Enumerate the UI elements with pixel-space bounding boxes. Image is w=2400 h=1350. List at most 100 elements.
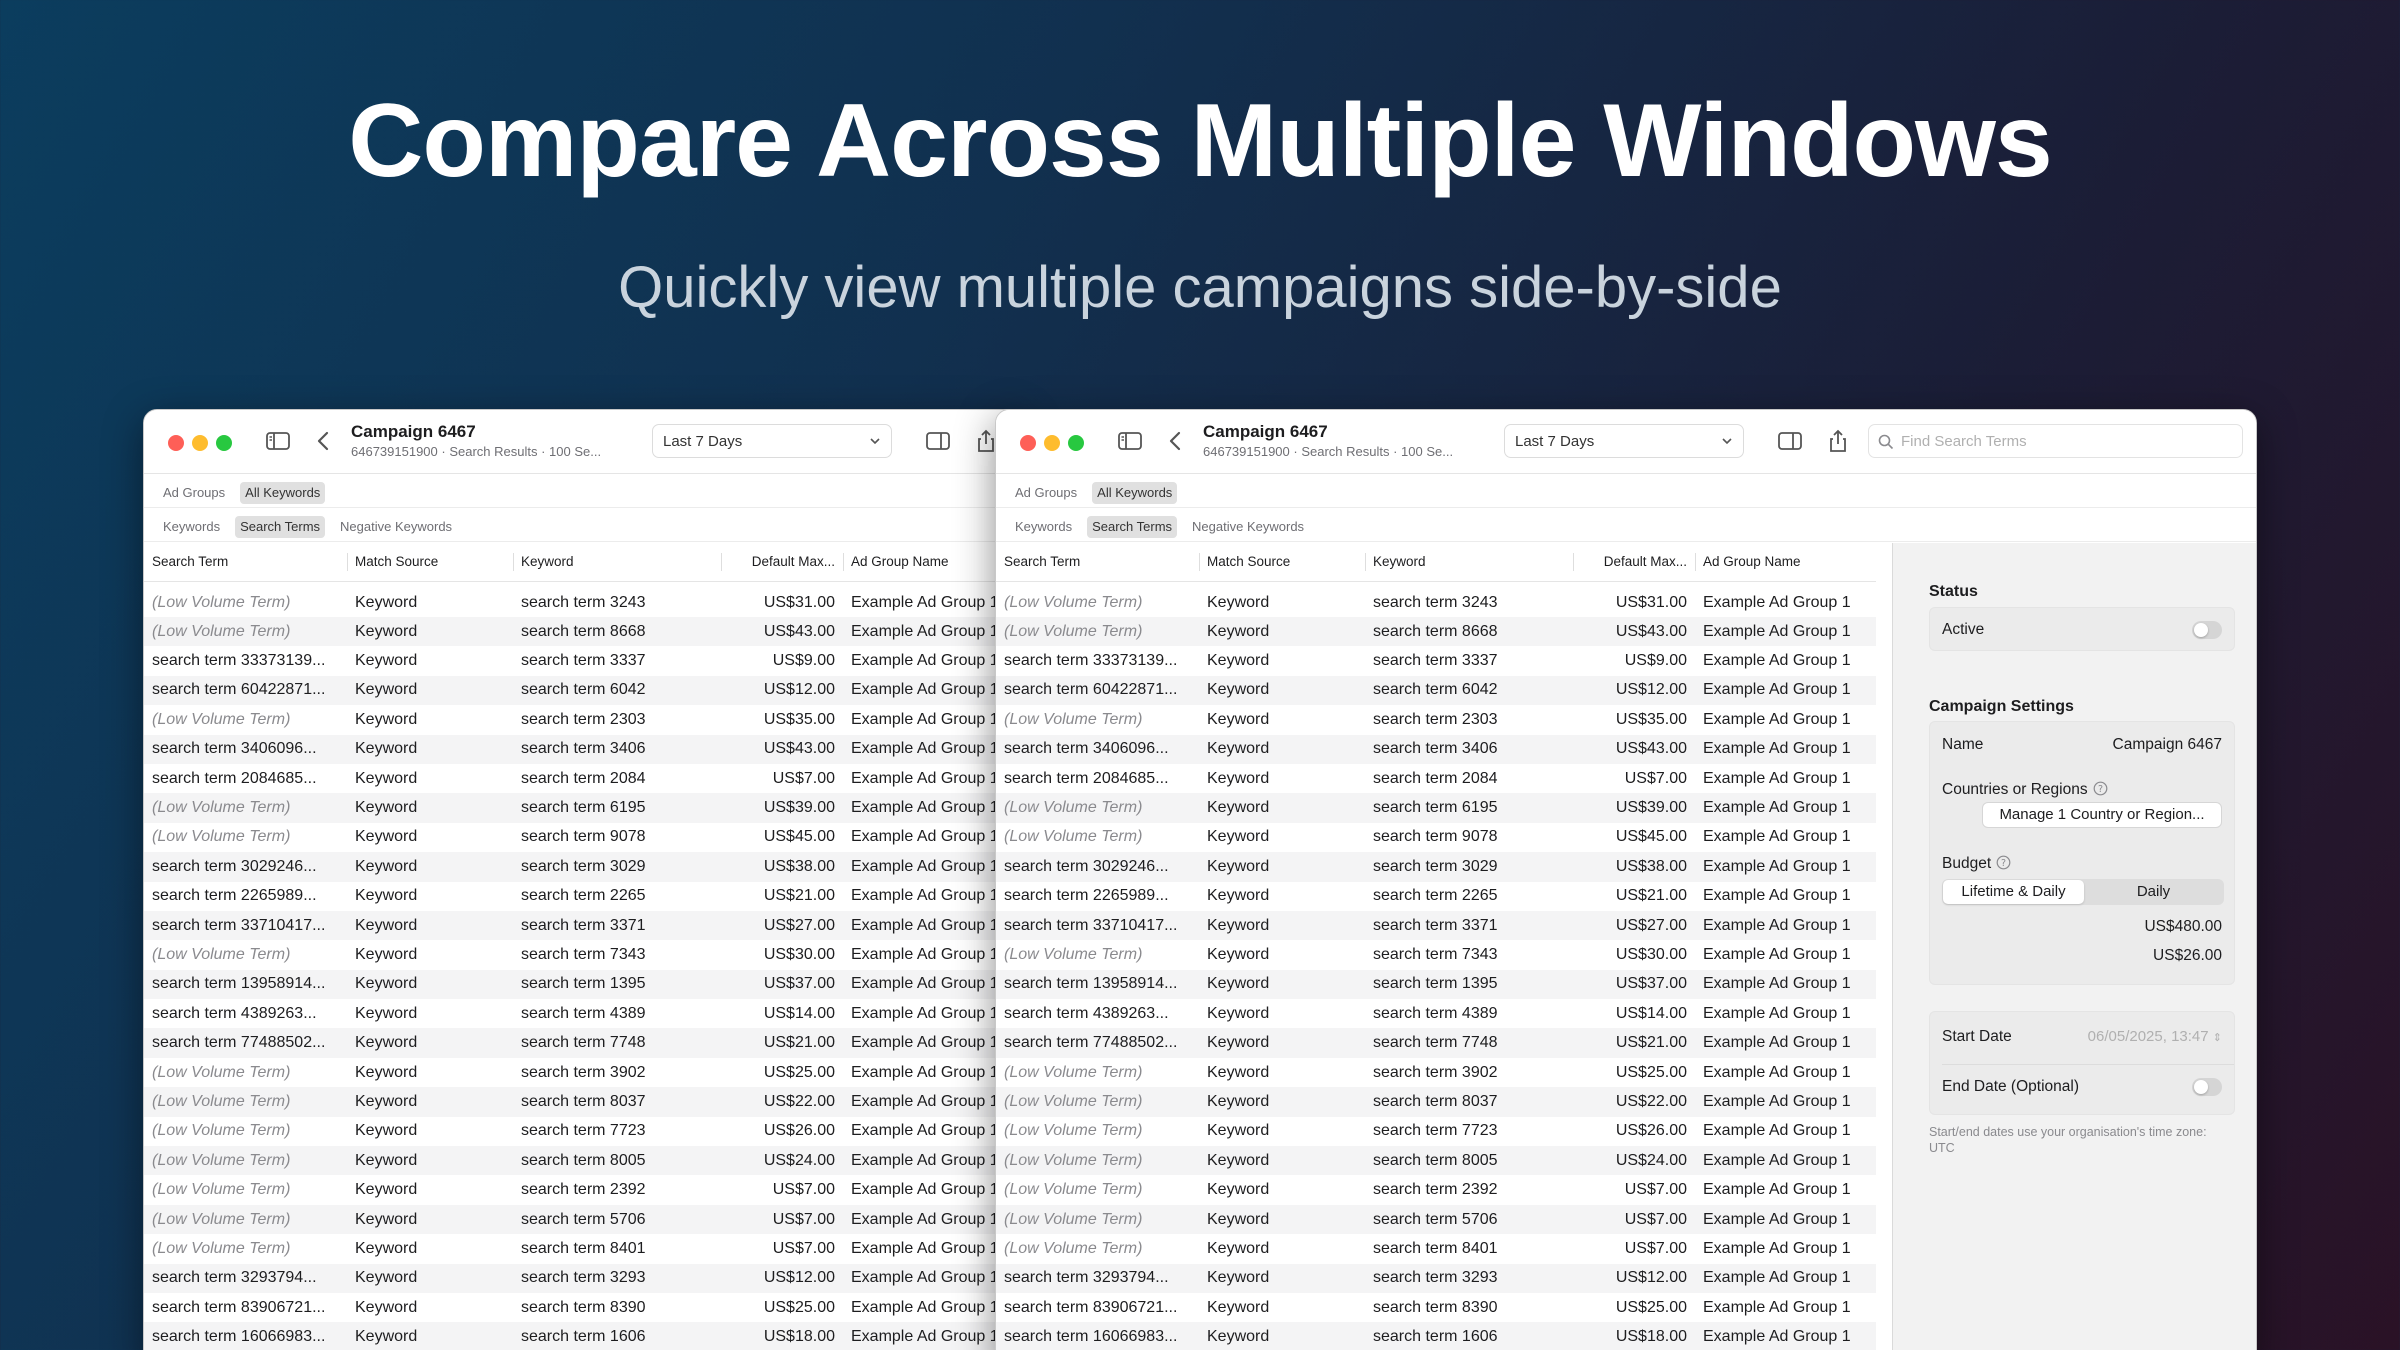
table-row[interactable]: search term 33710417... Keyword search ter… <box>144 910 1022 941</box>
back-chevron-icon[interactable] <box>1162 428 1190 454</box>
table-row[interactable]: search term 77488502... Keyword search ter… <box>996 1028 1876 1058</box>
scope-search-terms[interactable]: Search Terms <box>1087 516 1178 538</box>
table-row[interactable]: (Low Volume Term) Keyword search term 3902… <box>144 1058 1022 1087</box>
table-row[interactable]: search term 60422871... Keyword search ter… <box>996 675 1876 706</box>
table-row[interactable]: search term 3029246... Keyword search term… <box>144 852 1022 882</box>
inspector-toggle-icon[interactable] <box>1776 428 1804 454</box>
table-row[interactable]: search term 33373139... Keyword search ter… <box>144 646 1022 675</box>
scope-negative-keywords[interactable]: Negative Keywords <box>1187 516 1309 538</box>
table-row[interactable]: search term 3293794... Keyword search term… <box>996 1263 1876 1293</box>
table-row[interactable]: search term 3406096... Keyword search term… <box>996 734 1876 764</box>
table-row[interactable]: (Low Volume Term) Keyword search term 7723… <box>144 1117 1022 1146</box>
table-row[interactable]: search term 2265989... Keyword search term… <box>996 882 1876 911</box>
scope-ad-groups[interactable]: Ad Groups <box>158 482 230 504</box>
column-header-match-source[interactable]: Match Source <box>1199 543 1365 582</box>
table-row[interactable]: search term 2084685... Keyword search term… <box>996 764 1876 793</box>
table-row[interactable]: (Low Volume Term) Keyword search term 8401… <box>144 1234 1022 1263</box>
table-row[interactable]: (Low Volume Term) Keyword search term 8668… <box>144 617 1022 647</box>
scope-bar-secondary: Keywords Search Terms Negative Keywords <box>996 508 2256 542</box>
active-toggle[interactable] <box>2192 621 2222 639</box>
table-row[interactable]: (Low Volume Term) Keyword search term 5706… <box>996 1204 1876 1235</box>
scope-ad-groups[interactable]: Ad Groups <box>1010 482 1082 504</box>
table-row[interactable]: search term 33710417... Keyword search ter… <box>996 910 1876 941</box>
daily-budget-value[interactable]: US$26.00 <box>2153 947 2222 965</box>
table-row[interactable]: (Low Volume Term) Keyword search term 2392… <box>996 1175 1876 1204</box>
scope-all-keywords[interactable]: All Keywords <box>240 482 326 504</box>
table-row[interactable]: (Low Volume Term) Keyword search term 5706… <box>144 1204 1022 1235</box>
minimize-window-button[interactable] <box>192 435 208 451</box>
column-header-keyword[interactable]: Keyword <box>1365 543 1573 582</box>
table-row[interactable]: (Low Volume Term) Keyword search term 8401… <box>996 1234 1876 1263</box>
back-chevron-icon[interactable] <box>310 428 338 454</box>
scope-all-keywords[interactable]: All Keywords <box>1092 482 1178 504</box>
table-row[interactable]: search term 13958914... Keyword search ter… <box>144 969 1022 1000</box>
table-row[interactable]: search term 16066983... Keyword search ter… <box>996 1322 1876 1350</box>
date-range-select[interactable]: Last 7 Days <box>1504 424 1744 458</box>
table-row[interactable]: search term 13958914... Keyword search ter… <box>996 969 1876 1000</box>
budget-tab-lifetime-daily[interactable]: Lifetime & Daily <box>1943 880 2084 904</box>
table-row[interactable]: (Low Volume Term) Keyword search term 9078… <box>996 823 1876 852</box>
table-row[interactable]: search term 4389263... Keyword search term… <box>144 999 1022 1028</box>
table-row[interactable]: (Low Volume Term) Keyword search term 3243… <box>144 581 1022 617</box>
table-row[interactable]: (Low Volume Term) Keyword search term 6195… <box>996 793 1876 823</box>
table-row[interactable]: (Low Volume Term) Keyword search term 8668… <box>996 617 1876 647</box>
close-window-button[interactable] <box>1020 435 1036 451</box>
table-row[interactable]: (Low Volume Term) Keyword search term 7343… <box>996 940 1876 969</box>
sidebar-toggle-icon[interactable] <box>264 428 292 454</box>
end-date-toggle[interactable] <box>2192 1078 2222 1096</box>
minimize-window-button[interactable] <box>1044 435 1060 451</box>
column-header-search-term[interactable]: Search Term <box>144 543 347 582</box>
column-header-match-source[interactable]: Match Source <box>347 543 513 582</box>
zoom-window-button[interactable] <box>216 435 232 451</box>
table-row[interactable]: (Low Volume Term) Keyword search term 7723… <box>996 1117 1876 1146</box>
lifetime-budget-value[interactable]: US$480.00 <box>2144 918 2222 936</box>
table-row[interactable]: (Low Volume Term) Keyword search term 3902… <box>996 1058 1876 1087</box>
table-row[interactable]: (Low Volume Term) Keyword search term 8037… <box>144 1087 1022 1117</box>
table-row[interactable]: search term 3029246... Keyword search term… <box>996 852 1876 882</box>
table-row[interactable]: (Low Volume Term) Keyword search term 8005… <box>996 1146 1876 1176</box>
table-row[interactable]: search term 3293794... Keyword search term… <box>144 1263 1022 1293</box>
table-row[interactable]: search term 77488502... Keyword search ter… <box>144 1028 1022 1058</box>
table-row[interactable]: search term 2084685... Keyword search term… <box>144 764 1022 793</box>
table-row[interactable]: (Low Volume Term) Keyword search term 8037… <box>996 1087 1876 1117</box>
share-icon[interactable] <box>1824 428 1852 454</box>
table-row[interactable]: search term 2265989... Keyword search term… <box>144 882 1022 911</box>
column-header-ad-group-name[interactable]: Ad Group Name <box>1695 543 1876 582</box>
start-date-picker[interactable]: 06/05/2025, 13:47 ⇕ <box>2088 1028 2222 1045</box>
inspector-toggle-icon[interactable] <box>924 428 952 454</box>
help-icon[interactable]: ? <box>2093 781 2108 796</box>
name-value[interactable]: Campaign 6467 <box>2113 736 2222 754</box>
cell-match-source: Keyword <box>1199 1204 1365 1235</box>
scope-keywords[interactable]: Keywords <box>1010 516 1077 538</box>
table-row[interactable]: (Low Volume Term) Keyword search term 6195… <box>144 793 1022 823</box>
table-row[interactable]: (Low Volume Term) Keyword search term 2392… <box>144 1175 1022 1204</box>
column-header-search-term[interactable]: Search Term <box>996 543 1199 582</box>
help-icon[interactable]: ? <box>1996 855 2011 870</box>
close-window-button[interactable] <box>168 435 184 451</box>
scope-search-terms[interactable]: Search Terms <box>235 516 326 538</box>
table-row[interactable]: (Low Volume Term) Keyword search term 2303… <box>996 705 1876 734</box>
manage-countries-button[interactable]: Manage 1 Country or Region... <box>1982 802 2222 828</box>
table-row[interactable]: (Low Volume Term) Keyword search term 2303… <box>144 705 1022 734</box>
scope-negative-keywords[interactable]: Negative Keywords <box>335 516 457 538</box>
column-header-keyword[interactable]: Keyword <box>513 543 721 582</box>
table-row[interactable]: search term 4389263... Keyword search term… <box>996 999 1876 1028</box>
table-row[interactable]: (Low Volume Term) Keyword search term 9078… <box>144 823 1022 852</box>
table-row[interactable]: search term 16066983... Keyword search ter… <box>144 1322 1022 1350</box>
table-row[interactable]: (Low Volume Term) Keyword search term 7343… <box>144 940 1022 969</box>
table-row[interactable]: (Low Volume Term) Keyword search term 8005… <box>144 1146 1022 1176</box>
column-header-default-max-bid[interactable]: Default Max... <box>1573 543 1695 582</box>
column-header-default-max-bid[interactable]: Default Max... <box>721 543 843 582</box>
search-terms-input[interactable]: Find Search Terms <box>1868 424 2243 458</box>
table-row[interactable]: search term 83906721... Keyword search ter… <box>144 1293 1022 1322</box>
date-range-select[interactable]: Last 7 Days <box>652 424 892 458</box>
zoom-window-button[interactable] <box>1068 435 1084 451</box>
budget-tab-daily[interactable]: Daily <box>2083 879 2224 905</box>
sidebar-toggle-icon[interactable] <box>1116 428 1144 454</box>
table-row[interactable]: search term 33373139... Keyword search ter… <box>996 646 1876 675</box>
table-row[interactable]: search term 60422871... Keyword search ter… <box>144 675 1022 706</box>
scope-keywords[interactable]: Keywords <box>158 516 225 538</box>
table-row[interactable]: search term 83906721... Keyword search ter… <box>996 1293 1876 1322</box>
table-row[interactable]: (Low Volume Term) Keyword search term 3243… <box>996 581 1876 617</box>
table-row[interactable]: search term 3406096... Keyword search term… <box>144 734 1022 764</box>
